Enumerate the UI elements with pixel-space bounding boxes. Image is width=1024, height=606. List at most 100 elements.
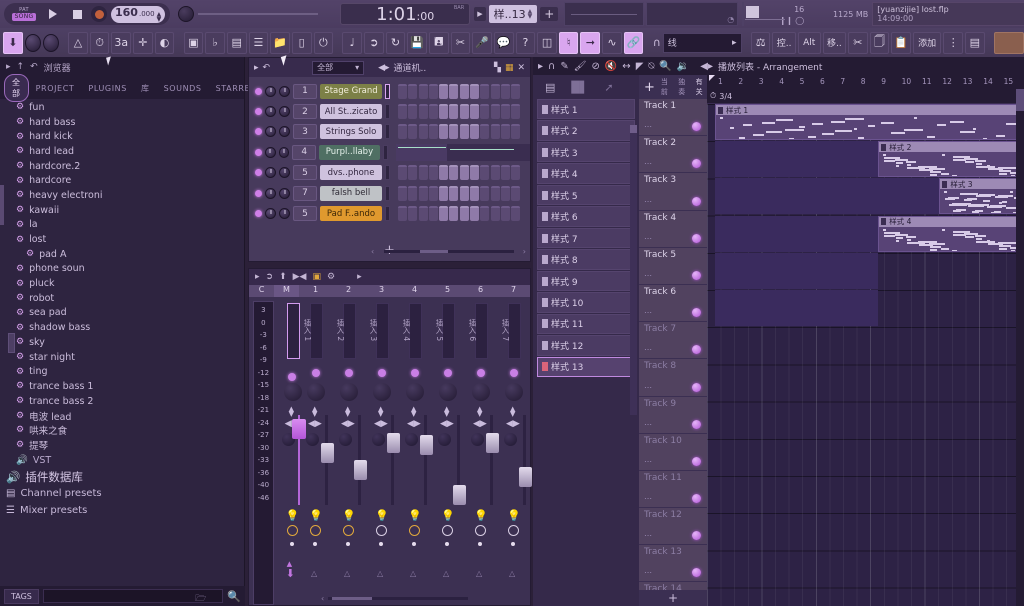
channel-row[interactable]: 4 Purpl..llaby — [255, 142, 530, 162]
sequencer-step[interactable] — [511, 104, 521, 120]
mixer-pan-knob[interactable] — [438, 433, 451, 446]
browser-section-channel[interactable]: ▤ Channel presets — [0, 486, 244, 503]
channel-number[interactable]: 5 — [293, 165, 317, 181]
pattern-list-item[interactable]: 样式 7 — [537, 227, 635, 249]
mixer-track-strip[interactable]: 插入 3 ▲ ▼ ◀▶ 💡 △ — [365, 297, 400, 605]
clip-header[interactable]: 样式 3 — [940, 179, 1024, 190]
sequencer-step[interactable] — [490, 104, 500, 120]
step-sequencer[interactable] — [398, 104, 521, 120]
sequencer-step[interactable] — [408, 165, 418, 181]
mixer-record-arm[interactable] — [508, 525, 519, 536]
mixer-track-led[interactable] — [510, 369, 518, 377]
sequencer-step[interactable] — [418, 124, 428, 140]
track-options-icon[interactable]: ⋯ — [644, 197, 652, 206]
mixer-pan-icon[interactable]: ◀▶ — [506, 419, 520, 429]
pattern-list-item[interactable]: 样式 6 — [537, 206, 635, 227]
channel-name-button[interactable]: Strings Solo — [320, 124, 382, 140]
track-mute-led[interactable] — [692, 568, 701, 578]
sequencer-step[interactable] — [459, 165, 469, 181]
mixer-track-knob[interactable] — [505, 383, 523, 401]
overlay-notes-icon[interactable]: ✛ — [133, 31, 153, 54]
track-options-icon[interactable]: ⋯ — [644, 568, 652, 577]
channel-pan-knob[interactable] — [265, 167, 276, 179]
automation-view-icon[interactable]: ➚ — [604, 81, 613, 94]
sequencer-step[interactable] — [470, 124, 480, 140]
track-options-icon[interactable]: ⋯ — [644, 531, 652, 540]
mixer-track-number[interactable]: 6 — [464, 285, 497, 297]
pattern-list-item[interactable]: 样式 4 — [537, 163, 635, 184]
mixer-send-icon[interactable]: △ — [509, 569, 515, 578]
mixer-pan-knob[interactable] — [372, 433, 385, 446]
paint-tool-button[interactable]: 控.. — [772, 31, 796, 54]
arrangement-area[interactable]: 1 2 3 4 5 6 7 8 9 10 11 12 13 14 15 ⏱ 3/4 样式 1 样式 2 样式 3… — [707, 75, 1024, 606]
pl-magnet-icon[interactable]: ∩ — [548, 61, 555, 72]
mixer-track-strip[interactable]: 插入 4 ▲ ▼ ◀▶ 💡 △ — [398, 297, 433, 605]
wait-for-input-icon[interactable]: ⏱ — [89, 31, 110, 54]
pattern-list-item[interactable]: 样式 12 — [537, 335, 635, 356]
mixer-record-arm[interactable] — [442, 525, 453, 536]
browser-preset-item[interactable]: ⚙ lost — [0, 232, 244, 247]
playlist-clip[interactable]: 样式 1 — [715, 104, 1024, 140]
channel-pan-knob[interactable] — [265, 126, 276, 138]
refresh-icon[interactable]: ↻ — [385, 31, 406, 54]
mixer-track-number[interactable]: 1 — [299, 285, 332, 297]
mixer-track-led[interactable] — [444, 369, 452, 377]
mixer-solo-dot[interactable] — [478, 542, 482, 546]
pl-draw-icon[interactable]: ✎ — [560, 61, 568, 72]
channel-select-bar[interactable] — [385, 124, 390, 140]
mixer-track-knob[interactable] — [406, 383, 424, 401]
sequencer-step[interactable] — [480, 206, 490, 222]
mixer-send-icon[interactable]: △ — [410, 569, 416, 578]
channel-row[interactable]: 3 Strings Solo — [255, 122, 530, 142]
track-mute-led[interactable] — [692, 419, 701, 429]
track-mute-led[interactable] — [692, 531, 701, 541]
sequencer-step[interactable] — [449, 104, 459, 120]
channel-select-bar[interactable] — [382, 144, 388, 160]
cr-menu-icon[interactable]: ▸ — [254, 63, 259, 73]
mixer-bulb-icon[interactable]: 💡 — [309, 509, 323, 522]
sequencer-step[interactable] — [490, 165, 500, 181]
channel-number[interactable]: 3 — [293, 124, 317, 140]
mixer-pan-knob[interactable] — [504, 433, 517, 446]
sequencer-step[interactable] — [459, 206, 469, 222]
sequencer-step[interactable] — [428, 104, 438, 120]
sequencer-step[interactable] — [480, 83, 490, 99]
browser-preset-item[interactable]: ⚙ la — [0, 218, 244, 233]
sequencer-step[interactable] — [398, 83, 407, 99]
browser-preset-item[interactable]: ⚙ pluck — [0, 276, 244, 291]
step-sequencer[interactable] — [398, 124, 521, 140]
mixer-bulb-icon[interactable]: 💡 — [342, 509, 356, 522]
browser-up-icon[interactable]: ↑ — [17, 62, 25, 72]
mixer-pan-knob[interactable] — [306, 433, 319, 446]
mixer-track-knob[interactable] — [439, 383, 457, 401]
track-mute-led[interactable] — [692, 122, 701, 132]
sequencer-step[interactable] — [408, 83, 418, 99]
sequencer-step[interactable] — [439, 165, 449, 181]
pattern-scrollbar[interactable] — [630, 125, 637, 415]
plugin-picker-icon[interactable]: ▯ — [291, 31, 312, 54]
channel-volume-knob[interactable] — [279, 126, 290, 138]
sequencer-step[interactable] — [490, 124, 500, 140]
mixer-stereo-icon[interactable]: ▲ ▼ — [477, 406, 482, 418]
browser-back-icon[interactable]: ↶ — [30, 62, 38, 72]
sequencer-step[interactable] — [459, 83, 469, 99]
clip-header[interactable]: 样式 1 — [716, 105, 1024, 115]
browser-menu-icon[interactable]: ▸ — [6, 62, 11, 72]
pl-select-icon[interactable]: ⍉ — [648, 61, 654, 72]
track-options-icon[interactable]: ⋯ — [644, 345, 652, 354]
channel-row[interactable]: 5 Pad F..ando — [255, 203, 530, 223]
mixer-scroll-track[interactable] — [328, 596, 469, 600]
sequencer-step[interactable] — [428, 185, 438, 201]
sequencer-step[interactable] — [500, 83, 510, 99]
sequencer-step[interactable] — [439, 206, 449, 222]
channel-select-bar[interactable] — [385, 165, 390, 181]
sequencer-step[interactable] — [480, 104, 490, 120]
channel-name-button[interactable]: Purpl..llaby — [319, 144, 380, 160]
save-file-icon[interactable]: 💾 — [407, 31, 427, 54]
time-display[interactable]: 1:01 :00 BAR — [340, 3, 471, 25]
sequencer-step[interactable] — [480, 185, 490, 201]
time-signature-value[interactable]: 3/4 — [719, 92, 732, 101]
mixer-record-arm[interactable] — [409, 525, 420, 536]
channel-rack-scrollbar[interactable]: ‹ › — [371, 246, 526, 256]
browser-preset-item[interactable]: ⚙ 电波 lead — [0, 408, 244, 423]
